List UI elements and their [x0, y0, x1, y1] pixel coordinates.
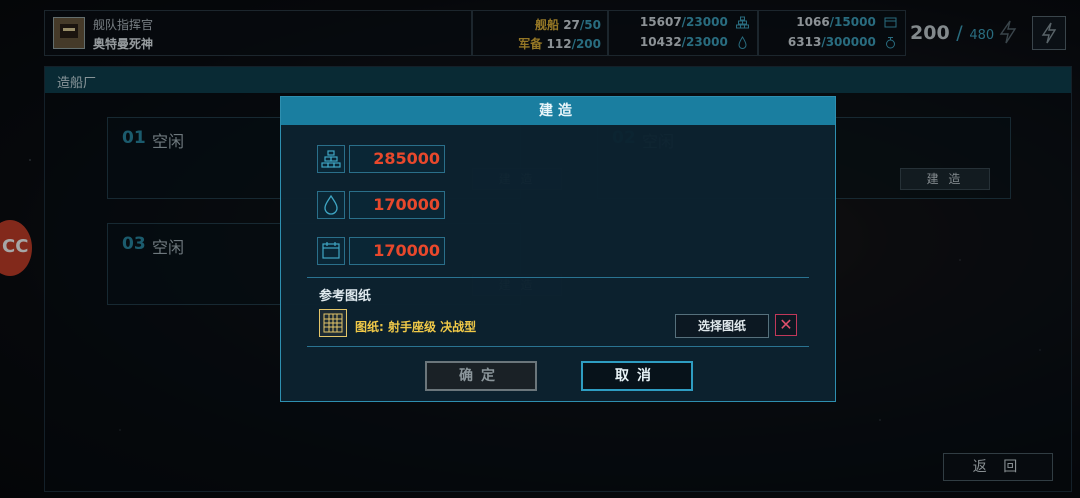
chip-icon [317, 237, 345, 265]
dialog-title: 建造 [281, 97, 835, 125]
build-dialog: 建造 285000 170000 170000 参考图纸 图纸: 射手座级 决战… [280, 96, 836, 402]
blueprint-name: 图纸: 射手座级 决战型 [355, 320, 477, 334]
cancel-button[interactable]: 取消 [581, 361, 693, 391]
blueprint-icon [319, 309, 347, 337]
confirm-button[interactable]: 确定 [425, 361, 537, 391]
cost-metal: 285000 [317, 145, 445, 173]
select-blueprint-button[interactable]: 选择图纸 [675, 314, 769, 338]
divider [307, 277, 809, 278]
metal-icon [317, 145, 345, 173]
clear-blueprint-button[interactable]: ✕ [775, 314, 797, 336]
cost-fuel: 170000 [317, 191, 445, 219]
fuel-icon [317, 191, 345, 219]
divider [307, 346, 809, 347]
cost-chip: 170000 [317, 237, 445, 265]
cost-value: 170000 [349, 191, 445, 219]
cost-value: 170000 [349, 237, 445, 265]
blueprint-section-title: 参考图纸 [319, 289, 372, 304]
cost-value: 285000 [349, 145, 445, 173]
